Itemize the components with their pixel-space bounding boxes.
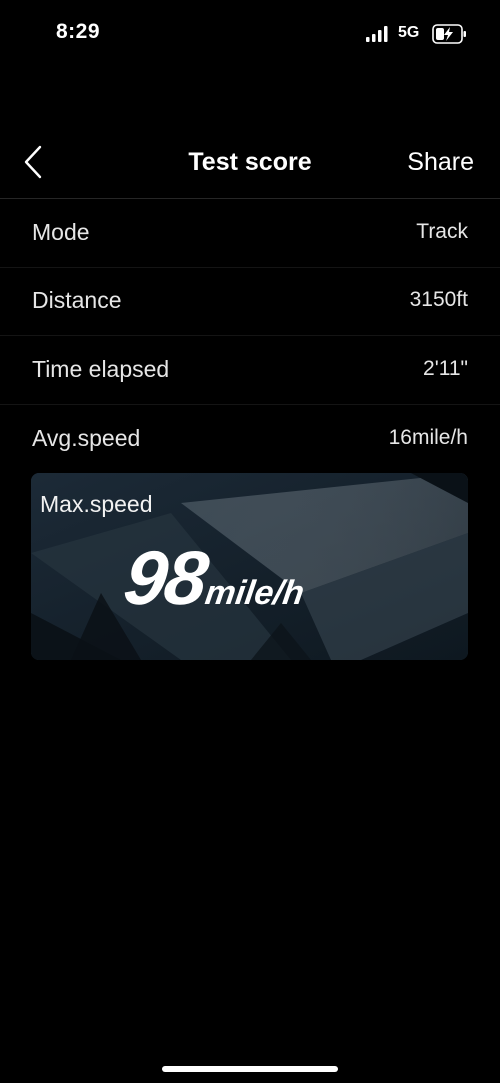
- max-speed-card: Max.speed 98mile/h: [31, 473, 468, 660]
- stat-value: 2'11": [423, 357, 468, 380]
- nav-bar: Test score Share: [0, 128, 500, 199]
- home-indicator[interactable]: [162, 1066, 338, 1072]
- stat-value: 3150ft: [409, 288, 468, 311]
- cellular-signal-icon: [366, 26, 388, 42]
- max-speed-unit: mile/h: [202, 574, 307, 612]
- network-label: 5G: [398, 24, 420, 41]
- stat-row-time-elapsed: Time elapsed 2'11": [0, 336, 500, 405]
- stat-value: Track: [416, 220, 468, 243]
- status-bar: 8:29 5G: [0, 0, 500, 68]
- max-speed-readout: 98mile/h: [119, 535, 312, 622]
- stat-label: Mode: [32, 219, 90, 245]
- max-speed-label: Max.speed: [40, 491, 153, 517]
- stat-label: Time elapsed: [32, 356, 170, 382]
- stat-row-mode: Mode Track: [0, 199, 500, 268]
- share-button[interactable]: Share: [407, 148, 474, 177]
- stat-label: Distance: [32, 287, 122, 313]
- stat-value: 16mile/h: [388, 426, 468, 449]
- status-time: 8:29: [56, 20, 101, 43]
- stat-row-avg-speed: Avg.speed 16mile/h: [0, 405, 500, 473]
- battery-charging-icon: [432, 24, 466, 44]
- max-speed-value: 98: [119, 536, 212, 621]
- stat-label: Avg.speed: [32, 425, 141, 451]
- stat-row-distance: Distance 3150ft: [0, 267, 500, 336]
